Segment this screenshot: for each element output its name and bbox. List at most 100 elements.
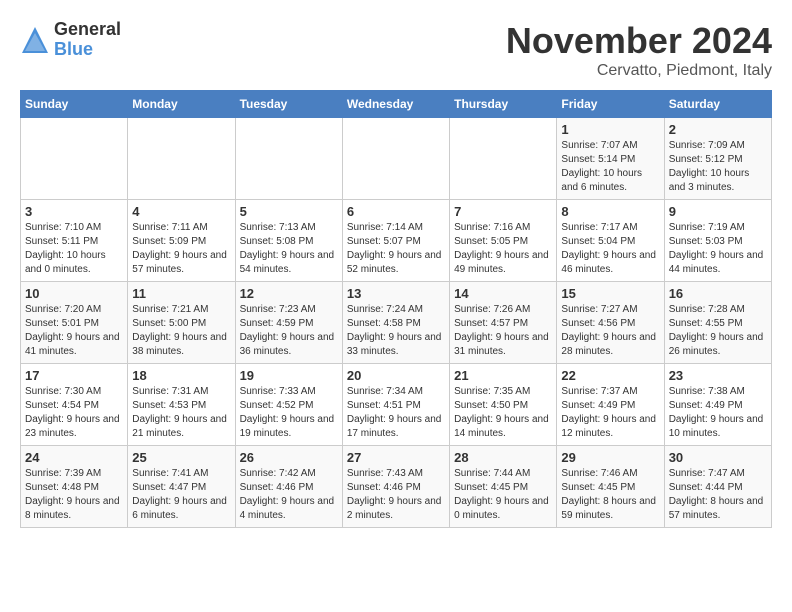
calendar-cell: 4 Sunrise: 7:11 AM Sunset: 5:09 PM Daylig… <box>128 200 235 282</box>
weekday-header: Wednesday <box>342 91 449 118</box>
logo-blue: Blue <box>54 40 121 60</box>
day-number: 18 <box>132 368 230 383</box>
day-number: 15 <box>561 286 659 301</box>
weekday-header: Monday <box>128 91 235 118</box>
day-number: 8 <box>561 204 659 219</box>
weekday-header-row: SundayMondayTuesdayWednesdayThursdayFrid… <box>21 91 772 118</box>
day-info: Sunrise: 7:10 AM Sunset: 5:11 PM Dayligh… <box>25 221 123 277</box>
day-info: Sunrise: 7:23 AM Sunset: 4:59 PM Dayligh… <box>240 303 338 359</box>
logo-general: General <box>54 20 121 40</box>
day-number: 27 <box>347 450 445 465</box>
day-info: Sunrise: 7:43 AM Sunset: 4:46 PM Dayligh… <box>347 467 445 523</box>
calendar-cell <box>21 118 128 200</box>
calendar-week-row: 17 Sunrise: 7:30 AM Sunset: 4:54 PM Dayli… <box>21 364 772 446</box>
title-block: November 2024 Cervatto, Piedmont, Italy <box>506 20 772 80</box>
day-info: Sunrise: 7:33 AM Sunset: 4:52 PM Dayligh… <box>240 385 338 441</box>
day-info: Sunrise: 7:30 AM Sunset: 4:54 PM Dayligh… <box>25 385 123 441</box>
day-info: Sunrise: 7:37 AM Sunset: 4:49 PM Dayligh… <box>561 385 659 441</box>
day-info: Sunrise: 7:46 AM Sunset: 4:45 PM Dayligh… <box>561 467 659 523</box>
day-info: Sunrise: 7:16 AM Sunset: 5:05 PM Dayligh… <box>454 221 552 277</box>
calendar-cell: 30 Sunrise: 7:47 AM Sunset: 4:44 PM Dayli… <box>664 446 771 528</box>
day-number: 28 <box>454 450 552 465</box>
calendar-cell: 15 Sunrise: 7:27 AM Sunset: 4:56 PM Dayli… <box>557 282 664 364</box>
weekday-header: Friday <box>557 91 664 118</box>
day-number: 9 <box>669 204 767 219</box>
calendar-week-row: 1 Sunrise: 7:07 AM Sunset: 5:14 PM Daylig… <box>21 118 772 200</box>
day-info: Sunrise: 7:11 AM Sunset: 5:09 PM Dayligh… <box>132 221 230 277</box>
day-info: Sunrise: 7:39 AM Sunset: 4:48 PM Dayligh… <box>25 467 123 523</box>
day-info: Sunrise: 7:24 AM Sunset: 4:58 PM Dayligh… <box>347 303 445 359</box>
calendar-cell: 25Sunrise: 7:41 AM Sunset: 4:47 PM Dayli… <box>128 446 235 528</box>
weekday-header: Thursday <box>450 91 557 118</box>
day-number: 19 <box>240 368 338 383</box>
logo-icon <box>20 25 50 55</box>
month-title: November 2024 <box>506 20 772 62</box>
calendar-cell: 14Sunrise: 7:26 AM Sunset: 4:57 PM Dayli… <box>450 282 557 364</box>
calendar-cell: 7Sunrise: 7:16 AM Sunset: 5:05 PM Daylig… <box>450 200 557 282</box>
day-info: Sunrise: 7:21 AM Sunset: 5:00 PM Dayligh… <box>132 303 230 359</box>
day-info: Sunrise: 7:19 AM Sunset: 5:03 PM Dayligh… <box>669 221 767 277</box>
day-info: Sunrise: 7:42 AM Sunset: 4:46 PM Dayligh… <box>240 467 338 523</box>
day-number: 6 <box>347 204 445 219</box>
day-info: Sunrise: 7:27 AM Sunset: 4:56 PM Dayligh… <box>561 303 659 359</box>
calendar-cell: 8 Sunrise: 7:17 AM Sunset: 5:04 PM Daylig… <box>557 200 664 282</box>
day-number: 22 <box>561 368 659 383</box>
day-info: Sunrise: 7:34 AM Sunset: 4:51 PM Dayligh… <box>347 385 445 441</box>
day-number: 1 <box>561 122 659 137</box>
calendar-cell: 10 Sunrise: 7:20 AM Sunset: 5:01 PM Dayli… <box>21 282 128 364</box>
calendar-week-row: 24 Sunrise: 7:39 AM Sunset: 4:48 PM Dayli… <box>21 446 772 528</box>
calendar-week-row: 3 Sunrise: 7:10 AM Sunset: 5:11 PM Daylig… <box>21 200 772 282</box>
calendar-cell <box>128 118 235 200</box>
day-number: 29 <box>561 450 659 465</box>
day-number: 2 <box>669 122 767 137</box>
day-info: Sunrise: 7:31 AM Sunset: 4:53 PM Dayligh… <box>132 385 230 441</box>
calendar-cell: 18 Sunrise: 7:31 AM Sunset: 4:53 PM Dayli… <box>128 364 235 446</box>
calendar-cell: 16 Sunrise: 7:28 AM Sunset: 4:55 PM Dayli… <box>664 282 771 364</box>
calendar-table: SundayMondayTuesdayWednesdayThursdayFrid… <box>20 90 772 528</box>
day-info: Sunrise: 7:38 AM Sunset: 4:49 PM Dayligh… <box>669 385 767 441</box>
day-number: 5 <box>240 204 338 219</box>
day-number: 12 <box>240 286 338 301</box>
calendar-cell <box>342 118 449 200</box>
day-info: Sunrise: 7:07 AM Sunset: 5:14 PM Dayligh… <box>561 139 659 195</box>
weekday-header: Sunday <box>21 91 128 118</box>
calendar-cell: 5 Sunrise: 7:13 AM Sunset: 5:08 PM Daylig… <box>235 200 342 282</box>
day-number: 10 <box>25 286 123 301</box>
calendar-cell: 17 Sunrise: 7:30 AM Sunset: 4:54 PM Dayli… <box>21 364 128 446</box>
day-info: Sunrise: 7:13 AM Sunset: 5:08 PM Dayligh… <box>240 221 338 277</box>
calendar-cell: 13Sunrise: 7:24 AM Sunset: 4:58 PM Dayli… <box>342 282 449 364</box>
weekday-header: Saturday <box>664 91 771 118</box>
calendar-cell: 19 Sunrise: 7:33 AM Sunset: 4:52 PM Dayli… <box>235 364 342 446</box>
day-number: 17 <box>25 368 123 383</box>
day-number: 23 <box>669 368 767 383</box>
day-number: 26 <box>240 450 338 465</box>
calendar-cell <box>235 118 342 200</box>
calendar-cell: 6 Sunrise: 7:14 AM Sunset: 5:07 PM Daylig… <box>342 200 449 282</box>
day-number: 16 <box>669 286 767 301</box>
day-number: 4 <box>132 204 230 219</box>
calendar-cell: 27 Sunrise: 7:43 AM Sunset: 4:46 PM Dayli… <box>342 446 449 528</box>
logo: General Blue <box>20 20 121 60</box>
calendar-cell: 1 Sunrise: 7:07 AM Sunset: 5:14 PM Daylig… <box>557 118 664 200</box>
day-number: 11 <box>132 286 230 301</box>
day-info: Sunrise: 7:47 AM Sunset: 4:44 PM Dayligh… <box>669 467 767 523</box>
day-info: Sunrise: 7:28 AM Sunset: 4:55 PM Dayligh… <box>669 303 767 359</box>
calendar-cell: 29 Sunrise: 7:46 AM Sunset: 4:45 PM Dayli… <box>557 446 664 528</box>
day-info: Sunrise: 7:20 AM Sunset: 5:01 PM Dayligh… <box>25 303 123 359</box>
calendar-cell: 9 Sunrise: 7:19 AM Sunset: 5:03 PM Daylig… <box>664 200 771 282</box>
day-number: 3 <box>25 204 123 219</box>
calendar-cell: 2Sunrise: 7:09 AM Sunset: 5:12 PM Daylig… <box>664 118 771 200</box>
calendar-week-row: 10 Sunrise: 7:20 AM Sunset: 5:01 PM Dayli… <box>21 282 772 364</box>
calendar-cell: 3 Sunrise: 7:10 AM Sunset: 5:11 PM Daylig… <box>21 200 128 282</box>
day-number: 24 <box>25 450 123 465</box>
location: Cervatto, Piedmont, Italy <box>506 62 772 80</box>
day-info: Sunrise: 7:44 AM Sunset: 4:45 PM Dayligh… <box>454 467 552 523</box>
calendar-cell: 21Sunrise: 7:35 AM Sunset: 4:50 PM Dayli… <box>450 364 557 446</box>
day-info: Sunrise: 7:17 AM Sunset: 5:04 PM Dayligh… <box>561 221 659 277</box>
calendar-cell: 20Sunrise: 7:34 AM Sunset: 4:51 PM Dayli… <box>342 364 449 446</box>
page-header: General Blue November 2024 Cervatto, Pie… <box>20 20 772 80</box>
calendar-cell: 12 Sunrise: 7:23 AM Sunset: 4:59 PM Dayli… <box>235 282 342 364</box>
day-info: Sunrise: 7:14 AM Sunset: 5:07 PM Dayligh… <box>347 221 445 277</box>
calendar-cell: 23 Sunrise: 7:38 AM Sunset: 4:49 PM Dayli… <box>664 364 771 446</box>
day-number: 30 <box>669 450 767 465</box>
